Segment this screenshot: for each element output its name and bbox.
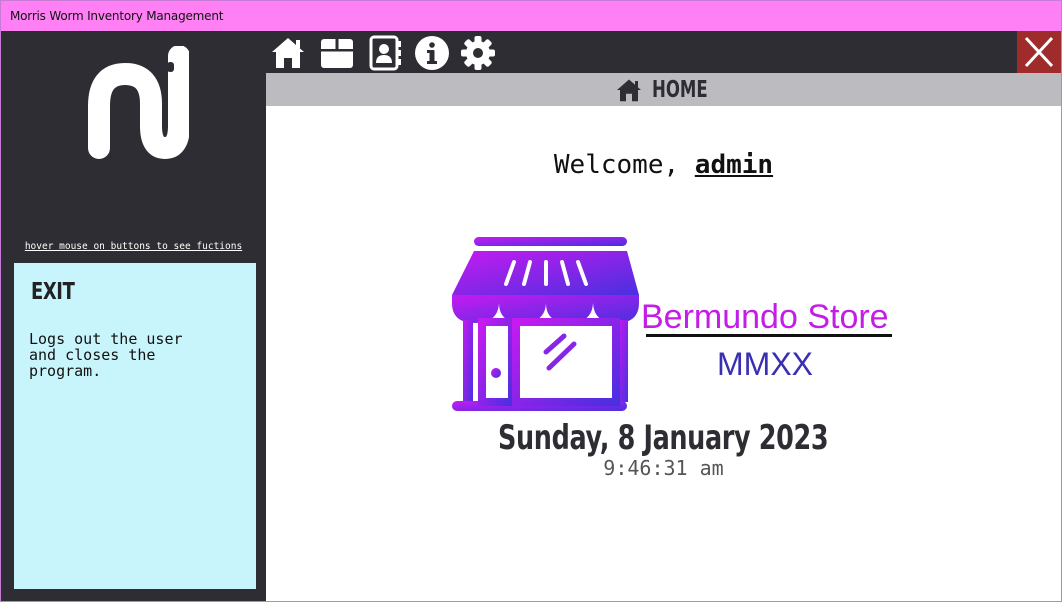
function-info-panel: EXIT Logs out the user and closes the pr…	[14, 263, 256, 589]
toolbar	[266, 31, 1061, 73]
about-button[interactable]	[414, 35, 450, 71]
date-text: Sunday, 8 January 2023	[498, 418, 829, 458]
contacts-button[interactable]	[367, 35, 403, 71]
home-button[interactable]	[270, 35, 306, 71]
title-bar[interactable]: Morris Worm Inventory Management	[1, 1, 1061, 31]
close-icon	[1024, 36, 1054, 68]
info-title: EXIT	[31, 279, 75, 305]
box-icon	[321, 39, 353, 68]
info-icon	[415, 36, 449, 70]
app-logo	[88, 46, 189, 159]
settings-button[interactable]	[460, 35, 496, 71]
page-header: HOME	[266, 73, 1061, 106]
username: admin	[694, 150, 774, 180]
welcome-message: Welcome, admin	[266, 150, 1061, 180]
home-icon	[617, 79, 642, 101]
hover-hint: hover mouse on buttons to see fuctions	[24, 241, 243, 252]
current-date: Sunday, 8 January 2023	[266, 418, 1061, 458]
gear-icon	[461, 36, 495, 70]
store-name: Bermundo Store	[641, 298, 889, 336]
close-button[interactable]	[1017, 31, 1061, 73]
contacts-icon	[369, 35, 401, 71]
storefront-icon	[452, 237, 639, 411]
store-divider	[646, 334, 892, 337]
inventory-button[interactable]	[319, 35, 355, 71]
app-window: Morris Worm Inventory Management hover m…	[0, 0, 1062, 602]
info-description: Logs out the user and closes the program…	[29, 330, 183, 380]
welcome-prefix: Welcome,	[553, 150, 695, 180]
home-icon	[272, 38, 304, 68]
store-logo: Bermundo Store MMXX	[452, 237, 892, 411]
store-year: MMXX	[717, 346, 813, 382]
page-title: HOME	[652, 76, 709, 103]
main-content: Welcome, admin Bermundo Store MMXX Sunda…	[266, 106, 1061, 601]
window-title: Morris Worm Inventory Management	[10, 9, 224, 23]
sidebar: hover mouse on buttons to see fuctions E…	[1, 31, 266, 601]
current-time: 9:46:31 am	[603, 456, 724, 480]
